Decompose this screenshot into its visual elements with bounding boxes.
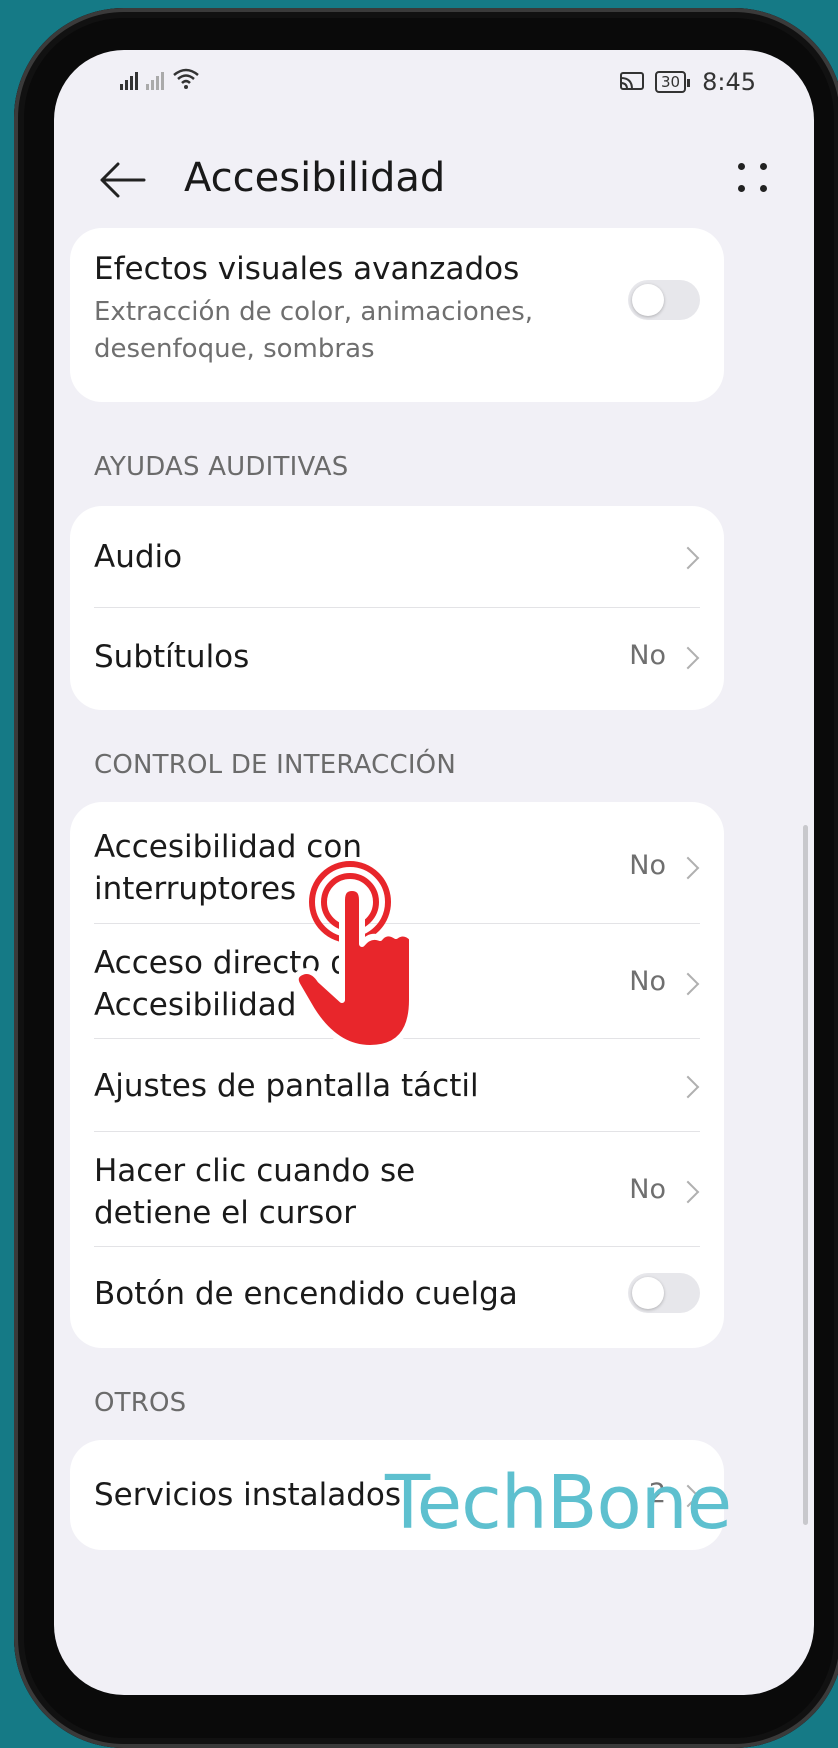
audio-label: Audio: [94, 539, 183, 575]
visual-effects-sub: Extracción de color, animaciones, desenf…: [94, 297, 534, 364]
scrollbar[interactable]: [803, 825, 808, 1525]
list-item-subtitulos[interactable]: Subtítulos No: [94, 608, 700, 709]
boton-encendido-toggle[interactable]: [628, 1273, 700, 1313]
back-arrow-icon[interactable]: [98, 155, 148, 205]
card-visual-effects: Efectos visuales avanzados Extracción de…: [70, 228, 724, 402]
more-options-icon[interactable]: [734, 159, 774, 199]
list-item-boton-encendido[interactable]: Botón de encendido cuelga: [94, 1247, 700, 1347]
chevron-right-icon: [676, 646, 700, 670]
tap-gesture-hand-icon: [292, 861, 415, 1051]
chevron-right-icon: [676, 1180, 700, 1204]
signal-2-icon: [146, 68, 164, 90]
chevron-right-icon: [676, 1075, 700, 1099]
section-control-interaccion: CONTROL DE INTERACCIÓN: [94, 750, 457, 780]
page-title: Accesibilidad: [184, 155, 446, 201]
signal-icon: [120, 68, 138, 90]
pantalla-tactil-label: Ajustes de pantalla táctil: [94, 1068, 479, 1104]
status-time: 8:45: [702, 68, 756, 96]
wifi-icon: [173, 68, 199, 89]
app-header: Accesibilidad: [54, 145, 814, 225]
chevron-right-icon: [676, 972, 700, 996]
watermark-logo: TechBone: [385, 1460, 732, 1546]
status-bar: 30 8:45: [54, 50, 814, 110]
card-ayudas-auditivas: Audio Subtítulos No: [70, 506, 724, 710]
battery-icon: 30: [655, 71, 691, 93]
screen: 30 8:45 Accesibilidad Efectos visuales a…: [54, 50, 814, 1695]
servicios-instalados-label: Servicios instalados: [94, 1477, 402, 1513]
chevron-right-icon: [676, 856, 700, 880]
chevron-right-icon: [676, 546, 700, 570]
cast-icon: [620, 72, 644, 90]
list-item-audio[interactable]: Audio: [94, 506, 700, 608]
visual-effects-label: Efectos visuales avanzados: [94, 251, 520, 287]
visual-effects-toggle[interactable]: [628, 280, 700, 320]
visual-effects-row[interactable]: Efectos visuales avanzados Extracción de…: [94, 228, 700, 402]
acceso-directo-value: No: [629, 966, 666, 997]
subtitulos-label: Subtítulos: [94, 639, 250, 675]
interruptores-value: No: [629, 850, 666, 881]
section-otros: OTROS: [94, 1388, 187, 1418]
clic-cursor-label: Hacer clic cuando se detiene el cursor: [94, 1153, 416, 1231]
list-item-clic-cursor[interactable]: Hacer clic cuando se detiene el cursor N…: [94, 1132, 700, 1247]
section-ayudas-auditivas: AYUDAS AUDITIVAS: [94, 452, 349, 482]
boton-encendido-label: Botón de encendido cuelga: [94, 1276, 518, 1312]
subtitulos-value: No: [629, 640, 666, 671]
clic-cursor-value: No: [629, 1174, 666, 1205]
